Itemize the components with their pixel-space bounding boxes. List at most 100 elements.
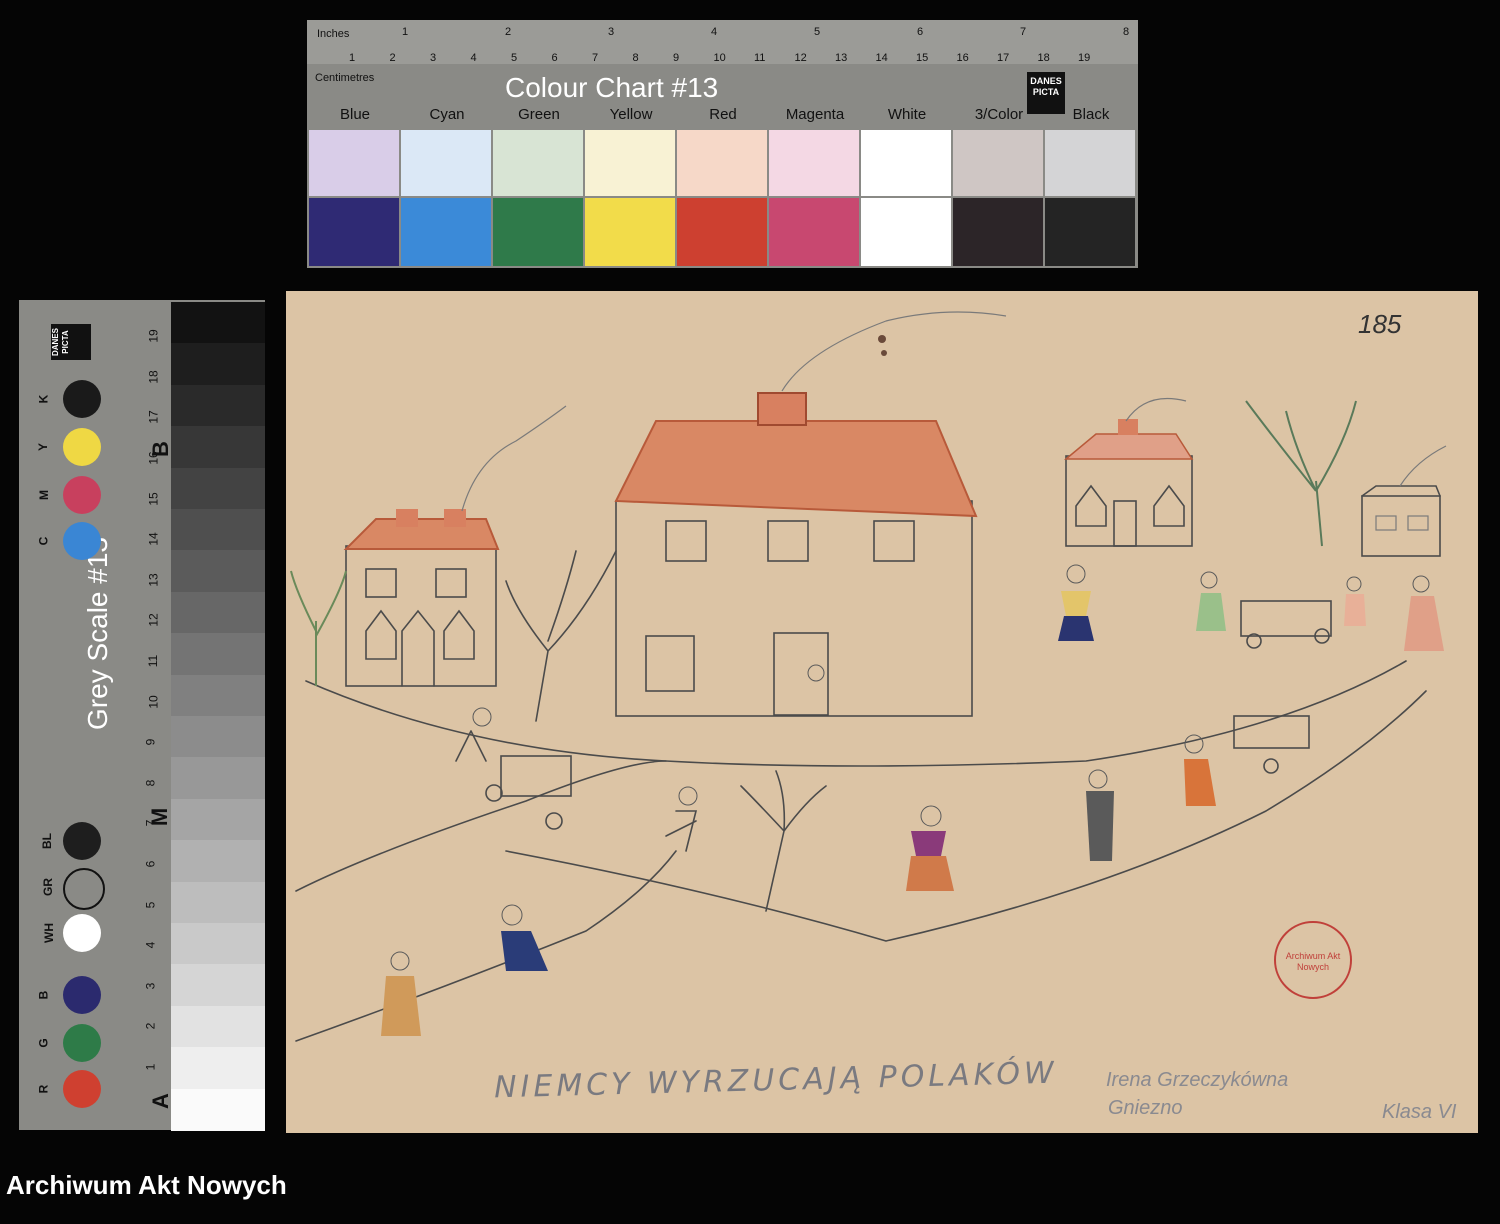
cm-tick: 2 [389, 52, 396, 64]
place-name: Gniezno [1108, 1097, 1183, 1119]
light-swatch [309, 130, 399, 196]
cm-tick: 11 [754, 52, 766, 64]
step-number: 13 [146, 573, 161, 587]
colour-chart-target: Inches Centimetres 12345678 1 2 3 4 5 6 7 8 9 10 1… [307, 20, 1138, 268]
patch-label: White [887, 106, 927, 123]
dark-swatch [309, 198, 399, 266]
dark-swatch [677, 198, 767, 266]
dark-swatch [493, 198, 583, 266]
light-swatch [953, 130, 1043, 196]
letter-a: A [147, 1093, 173, 1109]
cm-tick: 17 [997, 52, 1010, 64]
dark-swatch [861, 198, 951, 266]
grey-step [171, 716, 265, 759]
grey-step [171, 384, 265, 428]
colour-dot-label: B [36, 990, 51, 1000]
patch-label: Blue [339, 106, 371, 123]
colour-dot [63, 976, 101, 1014]
colour-dot [63, 428, 101, 466]
light-swatch [769, 130, 859, 196]
colour-dot-label: M [37, 490, 51, 500]
author-signature: Irena Grzeczykówna [1106, 1069, 1289, 1091]
step-number: 5 [143, 901, 158, 908]
danes-picta-logo: DANES PICTA [51, 324, 91, 360]
grey-step [171, 840, 265, 883]
light-swatch [401, 130, 491, 196]
cm-tick: 6 [551, 52, 558, 64]
inch-tick: 4 [711, 26, 718, 38]
grey-step [171, 757, 265, 800]
step-number: 2 [143, 1023, 158, 1030]
colour-dot [63, 1070, 101, 1108]
grey-step [171, 633, 265, 676]
inch-tick: 5 [814, 26, 821, 38]
grey-step [171, 509, 265, 552]
cm-tick: 7 [592, 52, 599, 64]
dark-swatch [1045, 198, 1135, 266]
cm-tick: 9 [673, 52, 680, 64]
step-number: 17 [146, 410, 161, 425]
colour-dot [63, 868, 105, 910]
cm-tick: 19 [1078, 52, 1091, 64]
colour-dot-label: K [36, 394, 51, 404]
childrens-drawing: 185 Archiwum Akt Nowych NIEMCY WYRZUCAJĄ… [286, 291, 1478, 1133]
inch-tick: 8 [1123, 26, 1130, 38]
step-number: 4 [143, 941, 158, 949]
page-number: 185 [1358, 309, 1402, 339]
letter-m: M [147, 807, 173, 827]
light-swatch [677, 130, 767, 196]
cm-tick: 12 [794, 52, 807, 64]
step-number: 1 [143, 1063, 158, 1071]
cm-tick: 1 [349, 52, 356, 64]
cm-tick: 3 [430, 52, 437, 64]
dark-swatch [585, 198, 675, 266]
colour-dot-label: WH [42, 923, 56, 943]
grey-step [171, 1088, 265, 1131]
step-number: 15 [146, 491, 161, 506]
grey-step [171, 798, 265, 842]
step-number: 19 [146, 329, 161, 343]
step-number: 14 [146, 532, 161, 546]
step-number: 8 [143, 779, 158, 787]
cm-tick: 5 [511, 52, 518, 64]
stamp-text: Archiwum Akt Nowych [1285, 951, 1341, 972]
dark-swatch [401, 198, 491, 266]
colour-dot-label: GR [41, 878, 55, 896]
cm-tick: 13 [835, 52, 848, 64]
patch-label: Green [518, 106, 560, 123]
grey-step [171, 923, 265, 966]
grey-scale-title: Grey Scale #13 [82, 537, 113, 730]
colour-dot [63, 380, 101, 418]
patch-label: Magenta [785, 106, 845, 123]
patch-label: 3/Color [974, 106, 1024, 123]
inch-tick: 7 [1020, 26, 1027, 38]
step-number: 6 [143, 860, 158, 868]
grey-step [171, 591, 265, 635]
cm-tick: 18 [1037, 52, 1050, 64]
patch-label: Black [1072, 106, 1110, 123]
step-number: 3 [143, 982, 158, 990]
archive-stamp: Archiwum Akt Nowych [1274, 921, 1352, 999]
light-swatch [1045, 130, 1135, 196]
grey-step [171, 343, 265, 386]
patch-label: Cyan [429, 106, 465, 123]
cm-tick: 10 [713, 52, 726, 64]
step-number: 12 [146, 613, 161, 628]
step-number: 10 [146, 694, 161, 709]
cm-tick: 15 [916, 52, 929, 64]
grey-step [171, 1047, 265, 1090]
light-swatch [493, 130, 583, 196]
grey-step [171, 881, 265, 924]
grey-step [171, 550, 265, 593]
cm-tick: 8 [632, 52, 639, 64]
inch-tick: 6 [917, 26, 924, 38]
grey-step [171, 426, 265, 469]
light-swatch [585, 130, 675, 196]
patch-label: Yellow [609, 106, 653, 123]
light-swatch [861, 130, 951, 196]
cm-tick: 14 [875, 52, 888, 64]
archive-name: Archiwum Akt Nowych [6, 1170, 287, 1200]
patch-label: Red [709, 106, 737, 123]
colour-dot-label: G [36, 1038, 51, 1048]
dark-swatch [953, 198, 1043, 266]
